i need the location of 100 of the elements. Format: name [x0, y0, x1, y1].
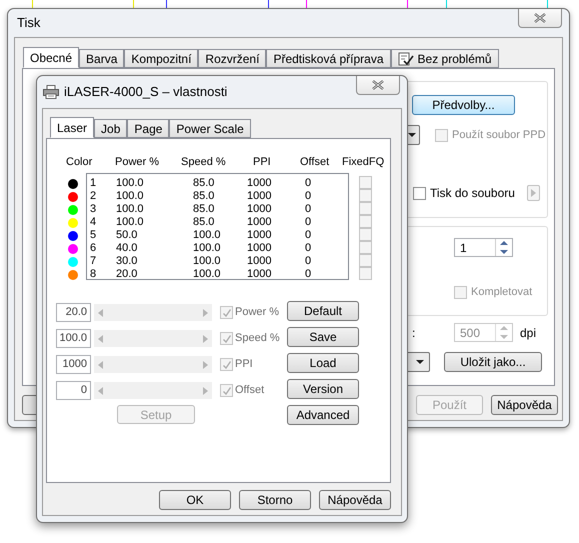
copies-spinner[interactable]: 1: [454, 238, 513, 257]
list-row[interactable]: 3 100.0 85.0 1000 0: [87, 203, 348, 216]
checkbox[interactable]: [359, 228, 372, 241]
checklist-icon: [398, 52, 414, 66]
up-arrow-icon: [500, 241, 508, 246]
slider-track[interactable]: [94, 356, 212, 373]
right-arrow-icon: [203, 308, 208, 316]
checkbox[interactable]: [413, 186, 426, 200]
list-row[interactable]: 1 100.0 85.0 1000 0: [87, 177, 348, 190]
column-header: Color: [66, 155, 94, 169]
table-cell-text: 1000: [247, 216, 272, 229]
column-header: PPI: [253, 155, 272, 169]
table-cell-text: 100.0: [116, 203, 145, 216]
window-title: iLASER-4000_S – vlastnosti: [64, 83, 228, 102]
tab[interactable]: Job: [94, 119, 128, 138]
table-cell-text: 2: [90, 190, 98, 203]
table-cell-text: 5: [90, 229, 98, 242]
close-icon: [372, 80, 384, 90]
list-row[interactable]: 5 50.0 100.0 1000 0: [87, 229, 348, 242]
checkbox[interactable]: [359, 202, 372, 215]
table-cell-text: 8: [90, 268, 98, 281]
table-cell-text: 100.0: [116, 177, 145, 190]
slider-track[interactable]: [94, 304, 212, 321]
tab[interactable]: Rozvržení: [198, 49, 266, 68]
checkbox[interactable]: [359, 176, 372, 189]
left-arrow-icon: [98, 334, 103, 342]
list-row[interactable]: 2 100.0 85.0 1000 0: [87, 190, 348, 203]
right-arrow-icon: [531, 189, 536, 197]
table-cell-text: 85.0: [193, 216, 216, 229]
tab[interactable]: Barva: [79, 49, 124, 68]
table-cell-text: 4: [90, 216, 98, 229]
button[interactable]: Save: [287, 327, 359, 347]
list-row[interactable]: 7 30.0 100.0 1000 0: [87, 255, 348, 268]
table-cell-text: 1000: [247, 203, 272, 216]
checkbox[interactable]: [359, 267, 372, 280]
column-header: FixedFQ: [342, 155, 384, 169]
slider-track[interactable]: [94, 330, 212, 347]
tab[interactable]: Page: [127, 119, 170, 138]
table-cell: 0: [305, 190, 312, 203]
table-cell: 0: [305, 268, 312, 281]
table-cell-text: 85.0: [193, 203, 216, 216]
button[interactable]: OK: [159, 490, 231, 510]
column-header: Speed %: [181, 155, 227, 169]
button[interactable]: Default: [287, 301, 359, 321]
left-arrow-icon: [98, 386, 103, 394]
checkbox-label: PPI: [235, 357, 253, 372]
checkbox-label: Tisk do souboru: [430, 185, 514, 202]
table-cell-text: 20.0: [116, 268, 138, 281]
tab[interactable]: Obecné: [23, 47, 80, 68]
window-title: Tisk: [17, 14, 40, 32]
tab[interactable]: Kompozitní: [124, 49, 198, 68]
checkbox-label: Power %: [235, 305, 280, 320]
table-cell-text: 100.0: [193, 268, 222, 281]
table-cell: 0: [305, 177, 312, 190]
button[interactable]: Storno: [239, 490, 311, 510]
table-cell: 0: [305, 255, 312, 268]
checkbox[interactable]: [359, 189, 372, 202]
table-cell-text: 50.0: [116, 229, 138, 242]
button[interactable]: Uložit jako...: [444, 352, 542, 372]
down-arrow-icon: [500, 250, 508, 254]
checkbox[interactable]: [359, 215, 372, 228]
down-arrow-icon: [408, 133, 416, 137]
table-cell-text: 100.0: [116, 190, 145, 203]
button[interactable]: Předvolby...: [412, 95, 515, 115]
checkbox[interactable]: [359, 241, 372, 254]
list-row[interactable]: 4 100.0 85.0 1000 0: [87, 216, 348, 229]
left-arrow-icon: [98, 308, 103, 316]
field-label: :: [412, 324, 416, 342]
tab[interactable]: Power Scale: [169, 119, 251, 138]
table-cell-text: 6: [90, 242, 98, 255]
table-cell-text: 3: [90, 203, 98, 216]
slider-track[interactable]: [94, 382, 212, 399]
tab[interactable]: Předtisková příprava: [266, 49, 391, 68]
table-cell-text: 100.0: [193, 255, 222, 268]
unit-label: dpi: [520, 324, 536, 342]
button[interactable]: Nápověda: [319, 490, 391, 510]
close-button[interactable]: [518, 9, 562, 28]
checkbox[interactable]: [359, 254, 372, 267]
left-arrow-icon: [98, 360, 103, 368]
column-header: Offset: [300, 155, 330, 169]
arrow-button[interactable]: [527, 185, 540, 201]
table-cell-text: 100.0: [193, 229, 222, 242]
table-cell-text: 100.0: [116, 216, 145, 229]
table-cell-text: 1000: [247, 242, 272, 255]
table-cell-text: 1000: [247, 190, 272, 203]
table-cell-text: 100.0: [193, 242, 222, 255]
tab[interactable]: Laser: [50, 117, 94, 138]
button[interactable]: Version: [287, 379, 359, 399]
list-row[interactable]: 6 40.0 100.0 1000 0: [87, 242, 348, 255]
button[interactable]: Nápověda: [491, 395, 558, 415]
table-cell-text: 1000: [247, 268, 272, 281]
button[interactable]: Advanced: [287, 405, 359, 425]
button[interactable]: Load: [287, 353, 359, 373]
close-button[interactable]: [356, 76, 400, 95]
checkbox-label: Kompletovat: [471, 285, 532, 300]
tab[interactable]: Bez problémů: [390, 49, 499, 68]
table-cell-text: 1: [90, 177, 98, 190]
table-cell-text: 1000: [247, 177, 272, 190]
list-row[interactable]: 8 20.0 100.0 1000 0: [87, 268, 348, 281]
table-cell-text: 7: [90, 255, 98, 268]
